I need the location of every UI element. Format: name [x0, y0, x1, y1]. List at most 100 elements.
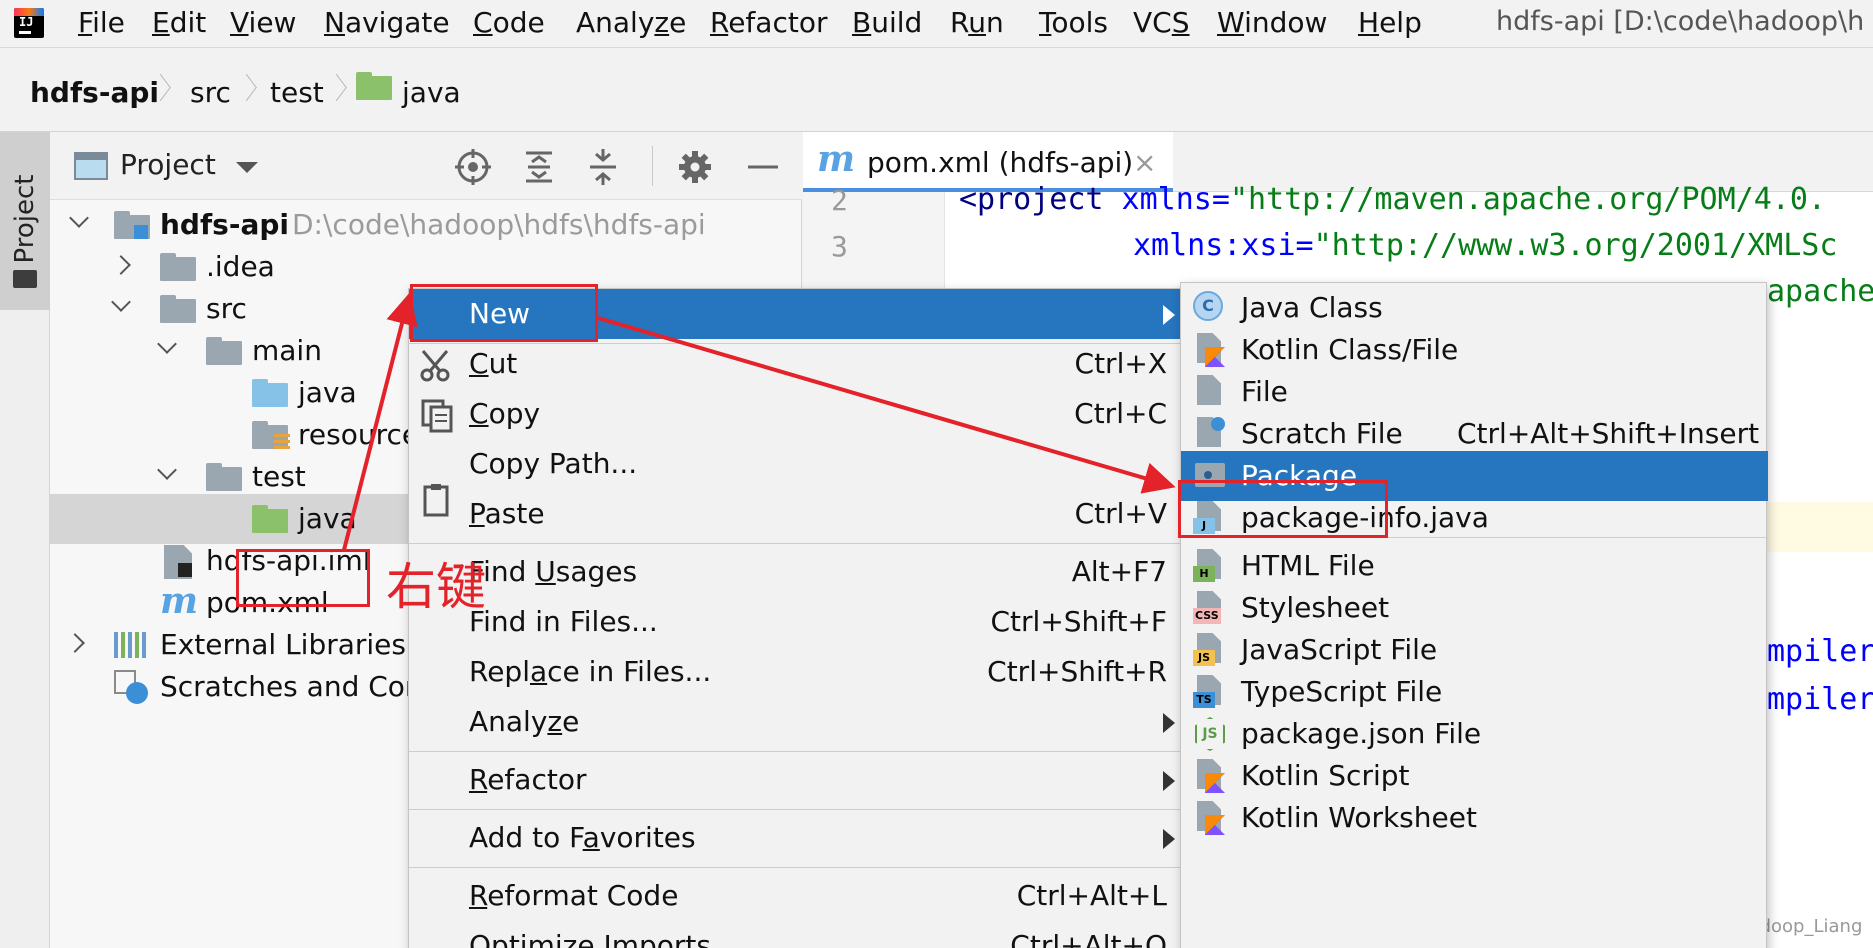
breadcrumb-separator — [328, 72, 342, 106]
submenu-arrow-icon — [1163, 829, 1175, 849]
expand-all-icon[interactable] — [520, 148, 558, 186]
project-panel-title[interactable]: Project — [120, 148, 216, 181]
context-menu: New Cut Ctrl+X Copy Ctrl+C Copy Path... Paste C… — [408, 288, 1189, 948]
menu-item[interactable]: Code — [473, 6, 545, 39]
menu-item-label: File — [1241, 375, 1288, 408]
menu-item[interactable]: Window — [1217, 6, 1327, 39]
menu-item[interactable]: Refactor — [710, 6, 827, 39]
kotlin-script-icon — [1193, 759, 1227, 793]
module-file-icon — [164, 545, 192, 579]
source-folder-icon — [252, 379, 288, 407]
context-menu-item[interactable]: Copy Ctrl+C — [409, 389, 1189, 439]
code-line-3: xmlns:xsi="http://www.w3.org/2001/XMLSc — [1133, 228, 1837, 263]
menu-item-label: Optimize Imports — [469, 929, 711, 948]
context-menu-item[interactable]: Replace in Files... Ctrl+Shift+R — [409, 647, 1189, 697]
menu-item[interactable]: VCS — [1133, 6, 1190, 39]
tree-label: Scratches and Con — [160, 670, 423, 703]
minimize-icon[interactable] — [744, 148, 782, 186]
line-number: 3 — [831, 230, 848, 263]
menu-item-label: Reformat Code — [469, 879, 679, 912]
menu-item-label: package.json File — [1241, 717, 1482, 750]
tree-label: java — [298, 376, 357, 409]
menu-shortcut: Ctrl+X — [1074, 347, 1167, 380]
breadcrumb-project[interactable]: hdfs-api — [30, 76, 159, 109]
menu-item-label: Paste — [469, 497, 545, 530]
submenu-arrow-icon — [1163, 713, 1175, 733]
submenu-arrow-icon — [1163, 771, 1175, 791]
breadcrumb: hdfs-api src test java — [0, 48, 1873, 132]
submenu-item[interactable]: Kotlin Worksheet — [1181, 793, 1768, 843]
scratch-file-icon — [1193, 417, 1227, 451]
menu-item[interactable]: View — [230, 6, 296, 39]
chevron-down-icon[interactable] — [69, 208, 89, 228]
maven-icon: m — [817, 138, 856, 180]
folder-icon — [160, 253, 196, 281]
menu-item-label: Replace in Files... — [469, 655, 712, 688]
window-title: hdfs-api [D:\code\hadoop\h — [1496, 6, 1865, 37]
close-icon[interactable]: × — [1133, 146, 1156, 179]
chevron-right-icon[interactable] — [65, 633, 85, 653]
menu-item-label: Java Class — [1241, 291, 1383, 324]
collapse-all-icon[interactable] — [584, 148, 622, 186]
menu-item-label: Find Usages — [469, 555, 638, 588]
intellij-logo-icon[interactable]: IJ — [14, 8, 44, 38]
ts-file-icon: TS — [1193, 675, 1227, 709]
menu-item[interactable]: File — [78, 6, 125, 39]
tree-label: .idea — [206, 250, 275, 283]
nodejs-icon: JS — [1193, 717, 1227, 751]
code-token: xmlns= — [1103, 182, 1230, 217]
menu-item[interactable]: Help — [1358, 6, 1422, 39]
chevron-down-icon[interactable] — [157, 460, 177, 480]
tab-label: pom.xml (hdfs-api) — [867, 146, 1134, 179]
chevron-down-icon[interactable] — [157, 334, 177, 354]
menu-item-label: Scratch File — [1241, 417, 1403, 450]
context-menu-item[interactable]: Cut Ctrl+X — [409, 339, 1189, 389]
context-menu-item[interactable]: Refactor — [409, 755, 1189, 805]
gear-icon[interactable] — [676, 148, 714, 186]
resources-folder-icon — [252, 421, 290, 450]
tree-label: test — [252, 460, 306, 493]
menu-item-label: JavaScript File — [1241, 633, 1438, 666]
locate-file-icon[interactable] — [454, 148, 492, 186]
menu-shortcut: Ctrl+V — [1074, 497, 1167, 530]
menu-item-label: Find in Files... — [469, 605, 658, 638]
code-fragment: mpiler — [1767, 634, 1873, 669]
breadcrumb-src[interactable]: src — [190, 76, 231, 109]
project-view-icon — [74, 152, 108, 180]
breadcrumb-test[interactable]: test — [270, 76, 324, 109]
code-token: "http://www.w3.org/2001/XMLSc — [1313, 228, 1838, 263]
project-tool-window-button[interactable]: Project — [0, 132, 50, 310]
menu-item[interactable]: Tools — [1039, 6, 1108, 39]
context-menu-item[interactable]: Find Usages Alt+F7 — [409, 547, 1189, 597]
context-menu-item[interactable]: Optimize Imports Ctrl+Alt+O — [409, 921, 1189, 948]
menu-shortcut: Ctrl+C — [1074, 397, 1167, 430]
menu-item[interactable]: Navigate — [324, 6, 450, 39]
menu-item-label: Copy Path... — [469, 447, 638, 480]
context-menu-item[interactable]: Copy Path... — [409, 439, 1189, 489]
tree-label: hdfs-api — [160, 208, 289, 241]
context-menu-item[interactable]: Paste Ctrl+V — [409, 489, 1189, 539]
breadcrumb-java[interactable]: java — [402, 76, 461, 109]
context-menu-item[interactable]: Add to Favorites — [409, 813, 1189, 863]
submenu-arrow-icon — [1163, 305, 1175, 325]
test-source-folder-icon — [252, 505, 288, 533]
scissors-icon — [420, 350, 450, 382]
menu-item[interactable]: Run — [950, 6, 1004, 39]
menu-shortcut: Ctrl+Alt+L — [1016, 879, 1167, 912]
menu-separator — [409, 867, 1189, 868]
menu-item[interactable]: Edit — [152, 6, 206, 39]
toolbar-divider — [652, 146, 653, 186]
annotation-right-click-label: 右键 — [386, 558, 486, 616]
menu-item[interactable]: Analyze — [576, 6, 686, 39]
chevron-right-icon[interactable] — [111, 255, 131, 275]
module-folder-icon — [114, 211, 150, 239]
annotation-box-new — [410, 284, 598, 342]
chevron-down-icon[interactable] — [236, 162, 258, 173]
context-menu-item[interactable]: Reformat Code Ctrl+Alt+L — [409, 871, 1189, 921]
chevron-down-icon[interactable] — [111, 292, 131, 312]
menu-separator — [409, 751, 1189, 752]
context-menu-item[interactable]: Find in Files... Ctrl+Shift+F — [409, 597, 1189, 647]
menu-item[interactable]: Build — [852, 6, 922, 39]
menu-item-label: Kotlin Worksheet — [1241, 801, 1477, 834]
context-menu-item[interactable]: Analyze — [409, 697, 1189, 747]
